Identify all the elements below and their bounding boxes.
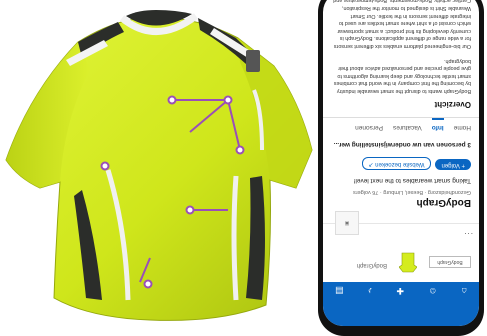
overview-title: Overzicht (434, 100, 471, 109)
smart-shirt-image (5, 10, 313, 321)
jobs-icon[interactable]: ▤ (335, 286, 344, 297)
tab-personen[interactable]: Personen (355, 118, 383, 131)
status-bar (323, 300, 479, 326)
profile-tabs: Home Info Vacatures Personen (323, 117, 479, 131)
more-options-icon[interactable]: ... (463, 231, 473, 240)
tab-home[interactable]: Home (454, 118, 471, 131)
overview-paragraph: BodyGraph wants to disrupt the smart wea… (333, 57, 471, 94)
action-buttons: + Volgen Website bezoeken ↗ (331, 157, 471, 170)
phone-mockup: ⌂ ☺ ✚ ♪ ▤ BodyGraph BodyGraph ... ▣ Body… (318, 0, 484, 336)
banner-shirt-image (399, 252, 417, 273)
post-icon[interactable]: ✚ (396, 286, 404, 297)
notifications-icon[interactable]: ♪ (368, 286, 373, 296)
company-name: BodyGraph (416, 197, 471, 208)
company-meta: Gezondheidszorg · Beesel, Limburg · 76 v… (352, 189, 471, 195)
company-tagline: Taking smart wearables to the next level… (353, 177, 471, 184)
visit-website-button[interactable]: Website bezoeken ↗ (361, 157, 432, 170)
home-icon[interactable]: ⌂ (461, 286, 466, 296)
company-logo: ▣ (335, 211, 359, 235)
banner-logo: BodyGraph (429, 256, 471, 268)
banner-brand-text: BodyGraph (356, 262, 387, 268)
product-render (0, 0, 318, 327)
network-icon[interactable]: ☺ (428, 286, 437, 296)
connections-text[interactable]: 3 personen van uw onderwijsinstelling we… (331, 141, 471, 148)
overview-paragraph: Our bio-engineered platform enables six … (333, 0, 471, 50)
bottom-nav-bar: ⌂ ☺ ✚ ♪ ▤ (323, 282, 479, 300)
tab-vacatures[interactable]: Vacatures (393, 118, 422, 131)
company-profile-page: ⌂ ☺ ✚ ♪ ▤ BodyGraph BodyGraph ... ▣ Body… (323, 0, 479, 326)
tab-info[interactable]: Info (431, 118, 444, 131)
follow-button[interactable]: + Volgen (435, 159, 471, 170)
phone-screen: ⌂ ☺ ✚ ♪ ▤ BodyGraph BodyGraph ... ▣ Body… (323, 0, 479, 326)
overview-section: Overzicht BodyGraph wants to disrupt the… (323, 0, 479, 117)
company-header: ▣ BodyGraph Gezondheidszorg · Beesel, Li… (323, 141, 479, 235)
